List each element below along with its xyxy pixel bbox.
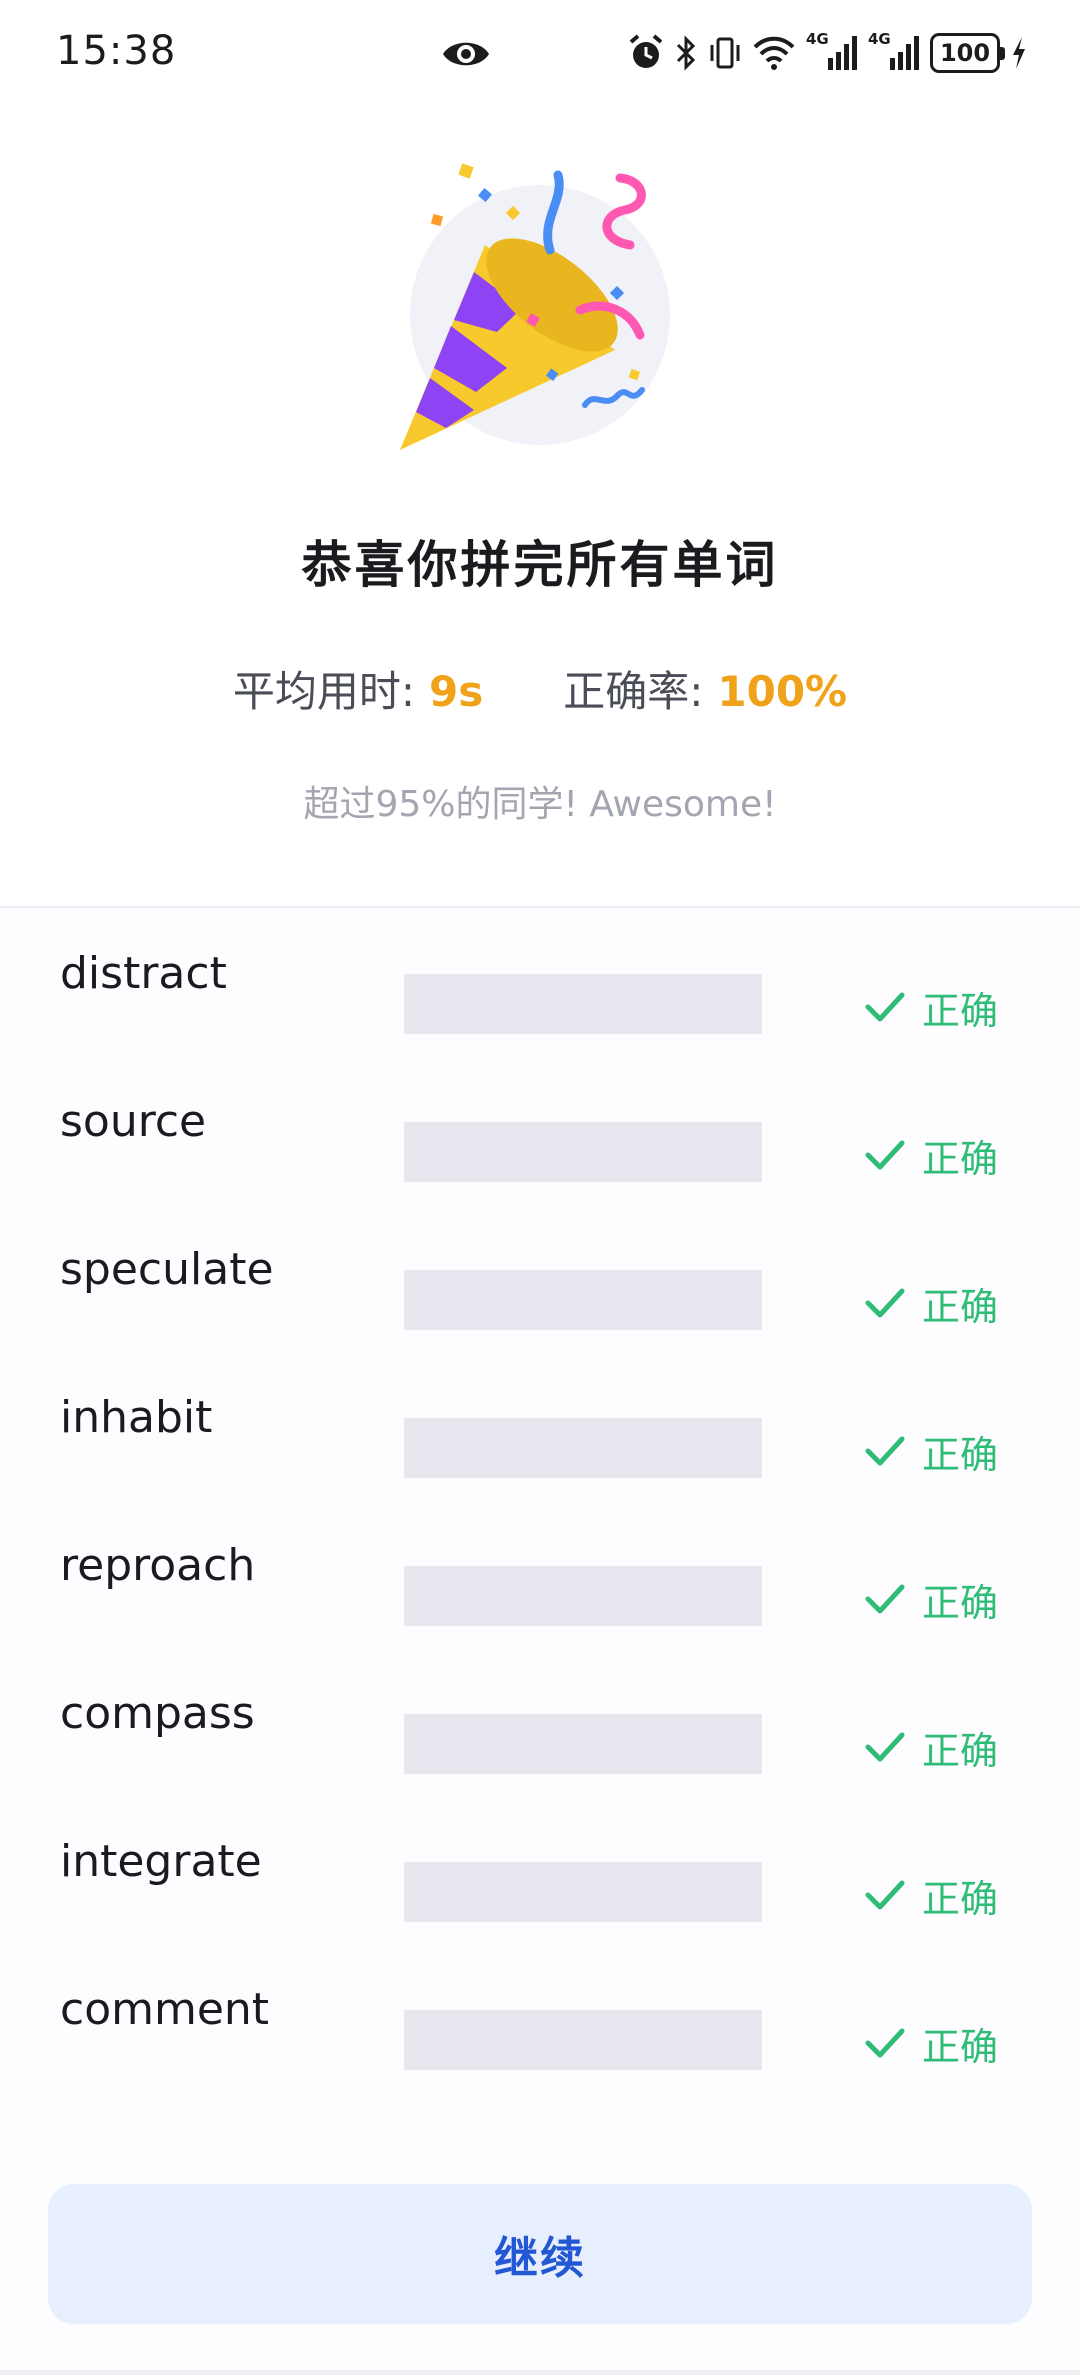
signal-2: 4G: [868, 30, 920, 76]
check-icon: [865, 2028, 905, 2058]
answer-box: [404, 1862, 762, 1922]
check-icon: [865, 1288, 905, 1318]
list-item: inhabit 正确: [0, 1352, 1080, 1500]
list-item: distract 正确: [0, 908, 1080, 1056]
eye-icon: [443, 42, 489, 66]
status-icons: 4G 4G 100: [628, 28, 1028, 78]
status-bar: 15:38 4G 4G 100: [0, 0, 1080, 110]
alarm-icon: [629, 34, 663, 68]
result-header: 恭喜你拼完所有单词 平均用时: 9s 正确率: 100% 超过95%的同学! Awes…: [0, 110, 1080, 908]
word-text: source: [60, 1096, 207, 1147]
list-item: compass 正确: [0, 1648, 1080, 1796]
bottom-edge: [0, 2370, 1080, 2375]
accuracy-value: 100%: [717, 667, 848, 716]
accuracy-label: 正确率:: [563, 667, 704, 716]
result-label: 正确: [922, 1433, 999, 1477]
check-icon: [865, 1880, 905, 1910]
status-time: 15:38: [56, 28, 177, 74]
signal-icon: [890, 36, 919, 70]
check-icon: [865, 1436, 905, 1466]
list-item: speculate 正确: [0, 1204, 1080, 1352]
word-text: inhabit: [60, 1392, 213, 1443]
screen: 15:38 4G 4G 100 恭喜你拼完所有单词 平均用时: 9s 正确率: …: [0, 0, 1080, 2375]
answer-box: [404, 1418, 762, 1478]
result-label: 正确: [922, 1285, 999, 1329]
continue-button[interactable]: 继续: [48, 2184, 1032, 2324]
answer-box: [404, 1270, 762, 1330]
check-icon: [865, 992, 905, 1022]
list-item: reproach 正确: [0, 1500, 1080, 1648]
word-text: speculate: [60, 1244, 274, 1295]
stats-row: 平均用时: 9s 正确率: 100%: [0, 658, 1080, 719]
avg-time-value: 9s: [429, 667, 484, 716]
result-subtitle: 超过95%的同学! Awesome!: [303, 784, 777, 825]
list-item: source 正确: [0, 1056, 1080, 1204]
result-label: 正确: [922, 1581, 999, 1625]
result-label: 正确: [922, 2025, 999, 2069]
answer-box: [404, 2010, 762, 2070]
result-title: 恭喜你拼完所有单词: [301, 536, 779, 594]
answer-box: [404, 974, 762, 1034]
check-icon: [865, 1584, 905, 1614]
word-text: comment: [60, 1984, 270, 2035]
signal-icon: [828, 36, 857, 70]
wifi-icon: [753, 36, 795, 70]
result-label: 正确: [922, 1729, 999, 1773]
charging-icon: [1013, 37, 1025, 69]
avg-time-label: 平均用时:: [232, 667, 415, 716]
bluetooth-icon: [676, 35, 696, 71]
result-label: 正确: [922, 989, 999, 1033]
check-icon: [865, 1140, 905, 1170]
result-label: 正确: [922, 1877, 999, 1921]
vibrate-icon: [710, 37, 740, 69]
word-text: compass: [60, 1688, 255, 1739]
signal-1: 4G: [806, 30, 858, 76]
list-item: comment 正确: [0, 1944, 1080, 2092]
word-text: integrate: [60, 1836, 262, 1887]
result-label: 正确: [922, 1137, 999, 1181]
list-item: integrate 正确: [0, 1796, 1080, 1944]
check-icon: [865, 1732, 905, 1762]
word-text: distract: [60, 948, 227, 999]
answer-box: [404, 1122, 762, 1182]
party-popper-icon: [400, 163, 670, 450]
answer-box: [404, 1714, 762, 1774]
word-text: reproach: [60, 1540, 256, 1591]
battery-icon: 100: [930, 33, 1005, 73]
answer-box: [404, 1566, 762, 1626]
word-list: distract 正确 source 正确 speculate 正确 inhab…: [0, 908, 1080, 2092]
